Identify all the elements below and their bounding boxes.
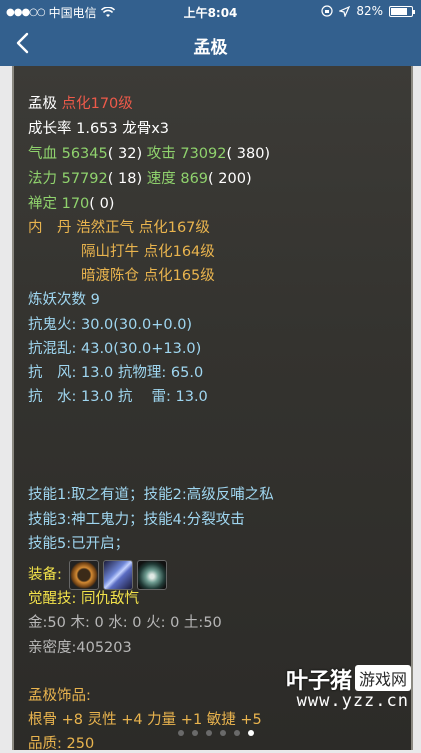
site-watermark: 叶子猪 游戏网 www.yzz.cn [286,663,411,711]
rotation-lock-icon [321,5,333,17]
resist-water-thunder: 抗 水: 13.0 抗 雷: 13.0 [28,389,208,405]
page-indicator [178,730,254,736]
pet-detail-panel: 孟极 点化170级 成长率 1.653 龙骨x3 气血 56345( 32) 攻… [12,66,413,752]
neidan-line-1: 内 丹 浩然正气 点化167级 [28,219,210,237]
equipment-icons [68,560,167,590]
neidan-label: 内 丹 [28,220,72,236]
attack-value: 攻击 73092 [146,146,227,162]
skills-line-2: 技能3:神工鬼力；技能4:分裂攻击 [28,512,245,528]
five-elements: 金:50 木: 0 水: 0 火: 0 土:50 [28,615,222,631]
equipment-orb-icon[interactable] [136,560,167,590]
status-bar: ●●●○○ 中国电信 上午8:04 82% [0,0,421,22]
pet-name: 孟极 [28,96,57,112]
resist-chaos: 抗混乱: 43.0(30.0+13.0) [28,341,202,357]
refine-level: 点化170级 [61,96,133,112]
intimacy: 亲密度:405203 [28,640,132,656]
battery-percent: 82% [356,4,383,18]
ornament-quality: 品质: 250 [28,736,95,752]
battery-icon [389,5,415,17]
hp-attack-line: 气血 56345( 32) 攻击 73092( 380) [28,145,270,163]
resist-wind-physical: 抗 风: 13.0 抗物理: 65.0 [28,365,204,381]
page-dot[interactable] [206,730,212,736]
growth-rate: 成长率 1.653 龙骨x3 [28,121,170,137]
skills-line-3: 技能5:已开启； [28,536,130,552]
zen-extra: ( 0) [89,196,115,212]
zen-value: 禅定 170 [28,196,90,212]
page-dot[interactable] [192,730,198,736]
neidan-2: 隔山打牛 点化164级 [81,244,215,260]
mana-extra: ( 18) [107,171,143,187]
battery-fill [391,7,407,15]
page-dot[interactable] [234,730,240,736]
hp-value: 气血 56345 [28,146,108,162]
hp-extra: ( 32) [107,146,143,162]
equipment-ring-icon[interactable] [68,560,99,590]
watermark-box: 游戏网 [354,665,411,691]
pet-name-line: 孟极 点化170级 [28,95,133,113]
status-right: 82% [321,4,415,18]
page-title: 孟极 [193,38,228,58]
page-dot[interactable] [248,730,254,736]
equipment-line: 装备: [28,560,167,590]
equipment-label: 装备: [28,567,62,583]
location-arrow-icon [339,5,351,17]
page-dot[interactable] [178,730,184,736]
watermark-url: www.yzz.cn [296,691,409,711]
skills-line-1: 技能1:取之有道；技能2:高级反哺之私 [28,487,274,503]
mana-speed-line: 法力 57792( 18) 速度 869( 200) [28,170,252,188]
page-dot[interactable] [220,730,226,736]
ornament-title: 孟极饰品: [28,688,91,704]
mana-value: 法力 57792 [28,171,108,187]
navigation-bar: 孟极 [0,22,421,66]
resist-ghost-fire: 抗鬼火: 30.0(30.0+0.0) [28,317,193,333]
speed-extra: ( 200) [208,171,252,187]
ornament-attributes: 根骨 +8 灵性 +4 力量 +1 敏捷 +5 [28,712,262,728]
speed-value: 速度 869 [146,171,209,187]
refine-count: 炼妖次数 9 [28,292,100,308]
awaken-skill: 觉醒技: 同仇敌忾 [28,591,139,607]
equipment-crystal-icon[interactable] [102,560,133,590]
neidan-3: 暗渡陈仓 点化165级 [81,268,215,284]
zen-line: 禅定 170( 0) [28,195,114,213]
neidan-1: 浩然正气 点化167级 [76,220,210,236]
attack-extra: ( 380) [226,146,271,162]
